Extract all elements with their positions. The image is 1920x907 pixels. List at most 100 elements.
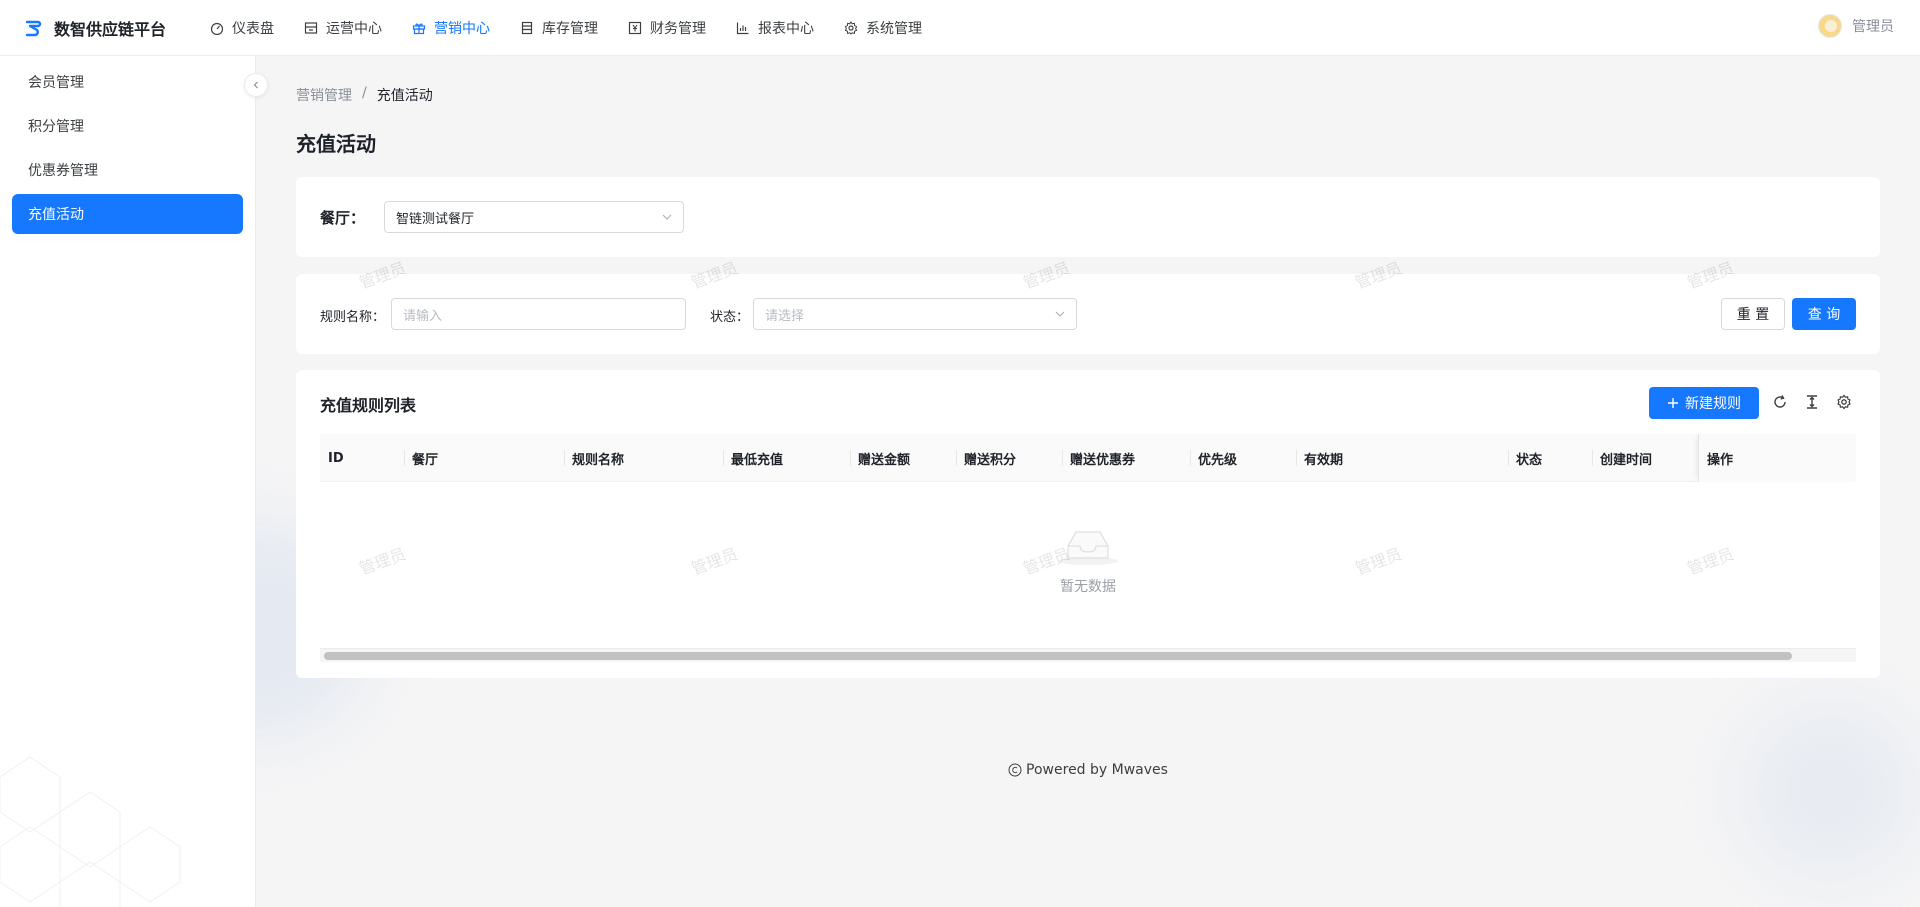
refresh-icon[interactable] (1772, 394, 1788, 410)
column-header-label: 规则名称 (572, 452, 625, 468)
column-header-bonus-points[interactable]: 赠送积分 (956, 434, 1062, 482)
column-header-label: 优先级 (1198, 452, 1238, 468)
top-navigation: 仪表盘 运营中心 营销中心 库存管理 财务管理 报表中心 系统管理 (210, 18, 952, 38)
column-header-label: 状态 (1516, 452, 1543, 468)
user-menu[interactable]: 管理员 (1818, 14, 1894, 38)
plus-icon (1668, 398, 1678, 408)
new-rule-button-label: 新建规则 (1685, 396, 1741, 412)
column-header-bonus-coupon[interactable]: 赠送优惠券 (1062, 434, 1190, 482)
column-header-label: 赠送金额 (858, 452, 911, 468)
empty-state-text: 暂无数据 (1060, 579, 1116, 595)
nav-item-label: 报表中心 (758, 20, 814, 37)
brand[interactable]: 数智供应链平台 (24, 16, 184, 40)
reset-button-label: 重 置 (1736, 307, 1770, 323)
restaurant-card: 餐厅： 智链测试餐厅 (296, 177, 1880, 257)
page-title: 充值活动 (296, 132, 376, 156)
sidebar-item-label: 优惠券管理 (28, 163, 98, 179)
footer-text: Powered by Mwaves (1026, 762, 1168, 778)
rule-name-input[interactable]: 请输入 (391, 298, 686, 330)
empty-inbox-icon (1058, 531, 1118, 565)
nav-item-label: 库存管理 (542, 20, 598, 37)
table-title: 充值规则列表 (320, 396, 417, 415)
finance-icon (628, 21, 642, 34)
column-header-restaurant[interactable]: 餐厅 (404, 434, 564, 482)
chevron-down-icon (1055, 311, 1065, 317)
column-header-label: 有效期 (1304, 452, 1344, 468)
nav-item-label: 财务管理 (650, 20, 706, 37)
breadcrumb-current: 充值活动 (376, 88, 433, 104)
table-card: 充值规则列表 新建规则 ID 餐厅 规则名称 最低充值 赠送金额 赠送积分 赠送… (296, 370, 1880, 678)
brand-logo-icon (25, 20, 42, 36)
status-label: 状态： (710, 310, 750, 325)
sidebar-item-coupons[interactable]: 优惠券管理 (12, 150, 243, 190)
restaurant-label: 餐厅： (320, 209, 366, 227)
column-header-bonus-amount[interactable]: 赠送金额 (850, 434, 956, 482)
rule-name-label: 规则名称： (320, 310, 386, 325)
new-rule-button[interactable]: 新建规则 (1649, 387, 1759, 419)
sidebar-item-recharge[interactable]: 充值活动 (12, 194, 243, 234)
chevron-left-icon (253, 81, 258, 89)
column-header-actions: 操作 (1698, 434, 1856, 482)
dashboard-icon (210, 22, 224, 35)
column-header-status[interactable]: 状态 (1508, 434, 1592, 482)
nav-item-inventory[interactable]: 库存管理 (520, 18, 598, 38)
column-header-created-at[interactable]: 创建时间 (1592, 434, 1698, 482)
sidebar-item-points[interactable]: 积分管理 (12, 106, 243, 146)
table-header: ID 餐厅 规则名称 最低充值 赠送金额 赠送积分 赠送优惠券 优先级 有效期 … (320, 434, 1856, 482)
status-select[interactable]: 请选择 (753, 298, 1077, 330)
settings-icon[interactable] (1836, 394, 1852, 410)
column-header-label: 最低充值 (731, 452, 784, 468)
chevron-down-icon (662, 214, 672, 220)
nav-item-marketing[interactable]: 营销中心 (412, 18, 490, 38)
chart-icon (736, 22, 749, 34)
sidebar-item-label: 积分管理 (28, 119, 84, 135)
nav-item-operations[interactable]: 运营中心 (304, 18, 382, 38)
column-header-label: 餐厅 (412, 452, 439, 468)
nav-item-system[interactable]: 系统管理 (844, 18, 922, 38)
column-header-label: 赠送优惠券 (1070, 452, 1136, 468)
sidebar-item-label: 会员管理 (28, 75, 84, 91)
column-header-label: 创建时间 (1600, 452, 1653, 468)
column-height-icon[interactable] (1804, 394, 1820, 410)
gear-icon (844, 20, 858, 35)
rule-name-placeholder: 请输入 (403, 308, 443, 324)
nav-item-label: 仪表盘 (232, 20, 274, 37)
column-header-rule-name[interactable]: 规则名称 (564, 434, 723, 482)
inventory-icon (521, 21, 533, 34)
avatar (1818, 14, 1842, 38)
query-button[interactable]: 查 询 (1792, 298, 1856, 330)
breadcrumb: 营销管理 / 充值活动 (296, 85, 433, 105)
sidebar-item-label: 充值活动 (28, 207, 84, 223)
restaurant-select-value: 智链测试餐厅 (396, 211, 475, 227)
column-header-label: 操作 (1707, 452, 1734, 468)
filter-card: 规则名称： 请输入 状态： 请选择 重 置 查 询 (296, 274, 1880, 354)
sidebar: 会员管理 积分管理 优惠券管理 充值活动 (0, 56, 256, 907)
restaurant-select[interactable]: 智链测试餐厅 (384, 201, 684, 233)
sidebar-collapse-button[interactable] (244, 73, 268, 97)
user-name: 管理员 (1852, 19, 1894, 35)
column-header-label: ID (328, 450, 344, 466)
nav-item-reports[interactable]: 报表中心 (736, 18, 814, 38)
column-header-min-recharge[interactable]: 最低充值 (723, 434, 850, 482)
column-header-label: 赠送积分 (964, 452, 1017, 468)
column-header-priority[interactable]: 优先级 (1190, 434, 1296, 482)
scrollbar-thumb[interactable] (324, 652, 1792, 660)
nav-item-dashboard[interactable]: 仪表盘 (210, 18, 274, 38)
horizontal-scrollbar[interactable] (320, 648, 1856, 662)
breadcrumb-parent[interactable]: 营销管理 (296, 85, 352, 105)
background-glow-right (1740, 700, 1920, 880)
sidebar-item-members[interactable]: 会员管理 (12, 62, 243, 102)
nav-item-finance[interactable]: 财务管理 (628, 18, 706, 38)
brand-name: 数智供应链平台 (54, 19, 167, 39)
gift-icon (412, 23, 426, 34)
copyright-icon (1008, 763, 1022, 777)
nav-item-label: 系统管理 (866, 20, 922, 37)
top-header: 数智供应链平台 仪表盘 运营中心 营销中心 库存管理 财务管理 报表中心 系统管… (0, 0, 1920, 56)
nav-item-label: 营销中心 (434, 20, 490, 37)
column-header-validity[interactable]: 有效期 (1296, 434, 1508, 482)
nav-item-label: 运营中心 (326, 20, 382, 37)
status-select-placeholder: 请选择 (765, 308, 805, 324)
reset-button[interactable]: 重 置 (1721, 298, 1785, 330)
column-header-id[interactable]: ID (320, 434, 404, 482)
footer: Powered by Mwaves (0, 762, 1920, 778)
